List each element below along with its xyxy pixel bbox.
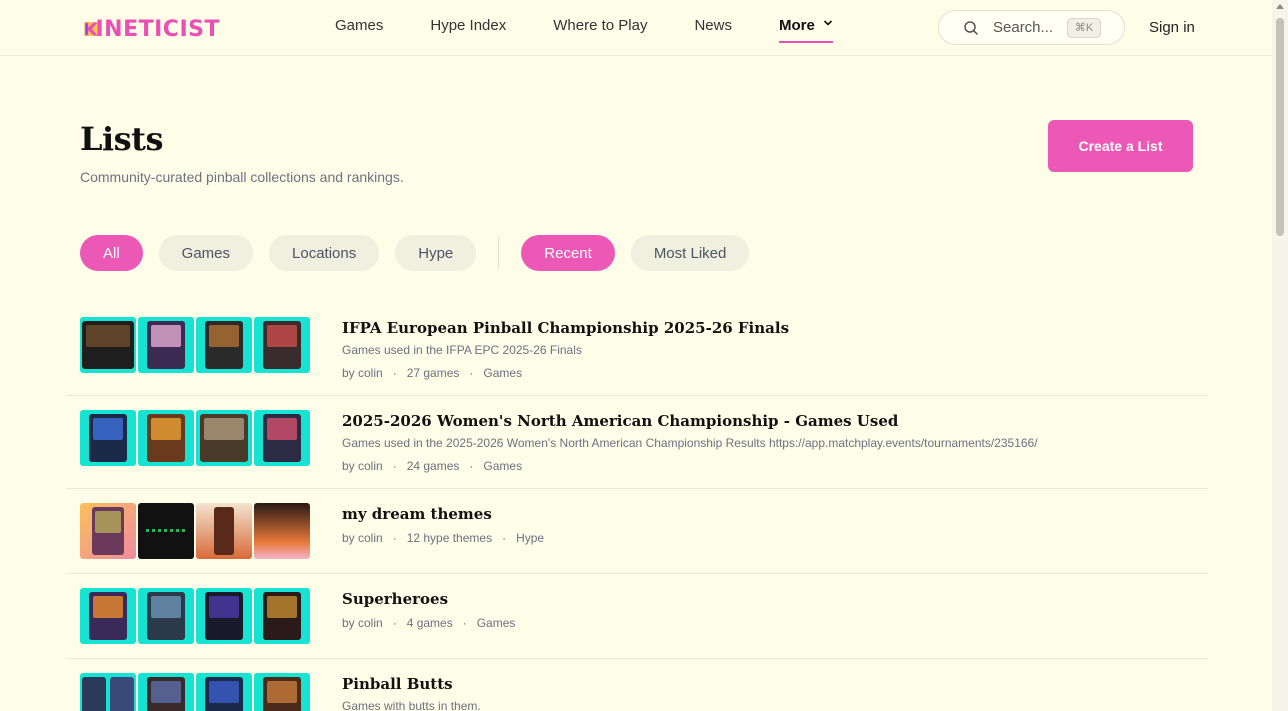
- nav-games-label: Games: [335, 17, 384, 34]
- list-meta: by colin · 4 games · Games: [342, 616, 516, 630]
- nav-games[interactable]: Games: [335, 0, 383, 56]
- brand-wordmark: INETICIST: [95, 16, 220, 42]
- list-thumbnails: [80, 588, 312, 644]
- nav-news-label: News: [694, 17, 732, 34]
- list-title[interactable]: my dream themes: [342, 505, 492, 523]
- list-description: Games used in the 2025-2026 Women's Nort…: [342, 436, 1038, 450]
- game-thumbnail: [254, 588, 310, 644]
- game-thumbnail: [138, 588, 194, 644]
- list-count: 27 games: [406, 366, 460, 380]
- list-count: 4 games: [406, 616, 453, 630]
- nav-where-to-play[interactable]: Where to Play: [553, 0, 647, 56]
- list-title[interactable]: 2025-2026 Women's North American Champio…: [342, 412, 898, 430]
- search-box[interactable]: Search... ⌘K: [938, 10, 1125, 45]
- brand-logo[interactable]: INETICIST: [84, 11, 220, 47]
- list-meta: by colin · 24 games · Games: [342, 459, 523, 473]
- list-item[interactable]: 2025-2026 Women's North American Champio…: [66, 396, 1208, 489]
- list-meta: by colin · 27 games · Games: [342, 366, 523, 380]
- list-title[interactable]: IFPA European Pinball Championship 2025-…: [342, 319, 789, 337]
- list-item[interactable]: IFPA European Pinball Championship 2025-…: [66, 303, 1208, 396]
- game-thumbnail: [138, 673, 194, 711]
- list-title[interactable]: Superheroes: [342, 590, 448, 608]
- list-author[interactable]: by colin: [342, 459, 383, 473]
- filter-games[interactable]: Games: [158, 235, 254, 271]
- hype-thumbnail: [196, 503, 252, 559]
- hype-thumbnail: [254, 503, 310, 559]
- game-thumbnail: [80, 673, 136, 711]
- sort-most-liked[interactable]: Most Liked: [630, 235, 750, 271]
- scroll-up-arrow-icon[interactable]: [1276, 4, 1284, 9]
- list-description: Games with butts in them.: [342, 699, 481, 711]
- chevron-down-icon: [823, 20, 832, 26]
- search-placeholder: Search...: [993, 19, 1054, 36]
- sign-in-link[interactable]: Sign in: [1149, 19, 1195, 36]
- filter-all[interactable]: All: [80, 235, 143, 271]
- filter-locations[interactable]: Locations: [269, 235, 380, 271]
- game-thumbnail: [138, 317, 194, 373]
- top-navigation-bar: INETICIST Games Hype Index Where to Play…: [0, 0, 1272, 56]
- nav-more-dropdown[interactable]: More: [778, 0, 833, 56]
- sort-recent[interactable]: Recent: [521, 235, 615, 271]
- main-nav: Games Hype Index Where to Play News More: [335, 0, 880, 56]
- filter-bar: All Games Locations Hype Recent Most Lik…: [80, 235, 765, 271]
- list-count: 12 hype themes: [406, 531, 493, 545]
- list-thumbnails: [80, 410, 312, 466]
- game-thumbnail: [80, 410, 136, 466]
- nav-hype-index-label: Hype Index: [430, 17, 507, 34]
- hype-thumbnail: [138, 503, 194, 559]
- game-thumbnail: [196, 317, 252, 373]
- page-subtitle: Community-curated pinball collections an…: [80, 169, 404, 185]
- list-author[interactable]: by colin: [342, 366, 383, 380]
- list-author[interactable]: by colin: [342, 616, 383, 630]
- nav-more-label: More: [778, 17, 815, 34]
- game-thumbnail: [254, 317, 310, 373]
- list-kind: Games: [476, 616, 516, 630]
- hype-thumbnail: [80, 503, 136, 559]
- game-thumbnail: [138, 410, 194, 466]
- scrollbar-thumb[interactable]: [1276, 18, 1284, 236]
- list-thumbnails: [80, 673, 312, 711]
- nav-where-to-play-label: Where to Play: [553, 17, 648, 34]
- list-title[interactable]: Pinball Butts: [342, 675, 453, 693]
- game-thumbnail: [80, 317, 136, 373]
- page-title: Lists: [80, 120, 163, 158]
- search-shortcut-badge: ⌘K: [1067, 18, 1101, 38]
- nav-hype-index[interactable]: Hype Index: [430, 0, 506, 56]
- list-meta: by colin · 12 hype themes · Hype: [342, 531, 545, 545]
- list-count: 24 games: [406, 459, 460, 473]
- nav-news[interactable]: News: [694, 0, 732, 56]
- list-description: Games used in the IFPA EPC 2025-26 Final…: [342, 343, 582, 357]
- game-thumbnail: [254, 673, 310, 711]
- list-thumbnails: [80, 317, 312, 373]
- game-thumbnail: [196, 588, 252, 644]
- list-thumbnails: [80, 503, 312, 559]
- filter-divider: [498, 237, 500, 269]
- list-author[interactable]: by colin: [342, 531, 383, 545]
- list-item[interactable]: Pinball Butts Games with butts in them.: [66, 659, 1208, 711]
- list-kind: Games: [483, 366, 523, 380]
- game-thumbnail: [254, 410, 310, 466]
- list-item[interactable]: my dream themes by colin · 12 hype theme…: [66, 489, 1208, 574]
- game-thumbnail: [80, 588, 136, 644]
- list-item[interactable]: Superheroes by colin · 4 games · Games: [66, 574, 1208, 659]
- search-icon: [964, 20, 979, 35]
- list-kind: Hype: [516, 531, 545, 545]
- lists-container: IFPA European Pinball Championship 2025-…: [66, 303, 1208, 711]
- create-list-button[interactable]: Create a List: [1048, 120, 1193, 172]
- game-thumbnail: [196, 673, 252, 711]
- list-kind: Games: [483, 459, 523, 473]
- game-thumbnail: [196, 410, 252, 466]
- filter-hype[interactable]: Hype: [395, 235, 477, 271]
